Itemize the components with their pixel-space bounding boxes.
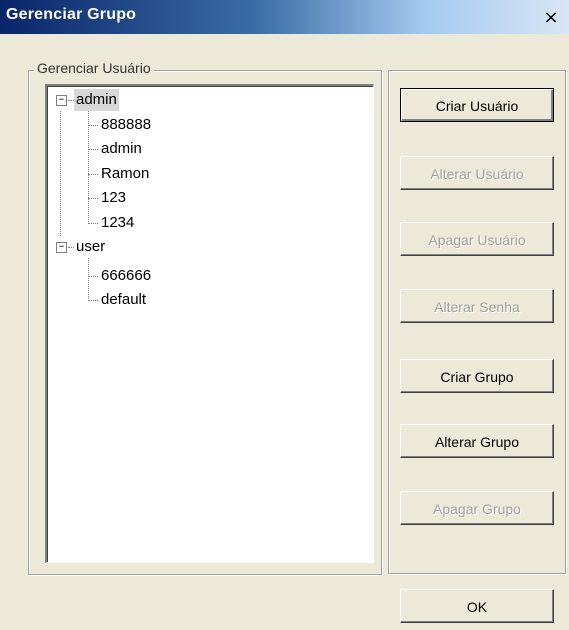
close-icon: × — [543, 7, 559, 28]
tree-guide-line — [60, 111, 61, 236]
tree-connector — [88, 223, 98, 224]
delete-group-button[interactable]: Apagar Grupo — [400, 491, 554, 525]
groupbox-label: Gerenciar Usuário — [34, 60, 154, 76]
delete-user-button[interactable]: Apagar Usuário — [400, 222, 554, 256]
create-user-button[interactable]: Criar Usuário — [400, 88, 554, 122]
tree-guide-line — [88, 258, 89, 301]
tree-connector — [88, 174, 98, 175]
tree-group-label: user — [76, 238, 106, 255]
window-title: Gerenciar Grupo — [6, 6, 137, 23]
tree-guide-line — [88, 111, 89, 224]
tree-connector — [88, 149, 98, 150]
change-password-button[interactable]: Alterar Senha — [400, 289, 554, 323]
create-group-button[interactable]: Criar Grupo — [400, 359, 554, 393]
edit-user-button[interactable]: Alterar Usuário — [400, 156, 554, 190]
edit-group-button[interactable]: Alterar Grupo — [400, 424, 554, 458]
close-button[interactable]: × — [539, 7, 563, 28]
collapse-icon[interactable]: − — [56, 95, 67, 106]
user-tree-view[interactable]: − admin 888888 admin Ramon 123 1234 − us… — [45, 84, 374, 563]
tree-connector — [88, 276, 98, 277]
tree-connector — [88, 300, 98, 301]
title-bar: Gerenciar Grupo × — [0, 0, 569, 34]
tree-connector — [88, 198, 98, 199]
collapse-icon[interactable]: − — [56, 242, 67, 253]
ok-button[interactable]: OK — [400, 589, 554, 623]
tree-connector — [88, 125, 98, 126]
tree-group-label: admin — [74, 89, 119, 111]
